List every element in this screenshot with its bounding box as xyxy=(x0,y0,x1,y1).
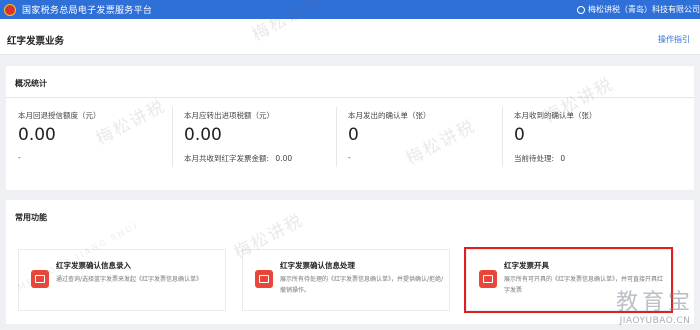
stat-label: 本月发出的确认单（张） xyxy=(348,111,431,120)
stat-sub-value: 0 xyxy=(560,154,566,163)
stat-divider xyxy=(502,107,503,167)
stat-sub: - xyxy=(348,153,351,162)
page-title: 红字发票业务 xyxy=(7,36,65,47)
invoice-issue-icon xyxy=(479,270,497,288)
top-bar: 国家税务总局电子发票服务平台 梅松讲税（青岛）科技有限公司 xyxy=(0,0,700,19)
stat-divider xyxy=(172,107,173,167)
corner-watermark-title: 教育宝 xyxy=(615,290,694,315)
functions-title: 常用功能 xyxy=(15,213,47,222)
national-emblem-icon xyxy=(4,3,16,16)
stat-divider xyxy=(336,107,337,167)
stat-sub: - xyxy=(18,153,21,162)
corner-watermark: 教育宝 JIAOYUBAO.CN xyxy=(616,284,694,326)
stat-label: 本月应转出进项税额（元） xyxy=(184,111,274,120)
user-menu[interactable]: 梅松讲税（青岛）科技有限公司 xyxy=(577,0,700,19)
invoice-process-icon xyxy=(255,270,273,288)
stat-sub-red-amount: 本月共收到红字发票金额: 0.00 xyxy=(184,153,292,164)
stat-label: 本月收到的确认单（张） xyxy=(514,111,597,120)
function-desc: 展示所有待处理的《红字发票信息确认单》，并提供确认/拒绝/撤销操作。 xyxy=(280,276,444,294)
stat-received-confirmations: 本月收到的确认单（张） 0 xyxy=(514,110,674,145)
function-desc: 通过查询/选择蓝字发票来发起《红字发票信息确认单》 xyxy=(56,276,203,283)
overview-title: 概况统计 xyxy=(15,79,47,88)
function-invoice-entry[interactable]: 红字发票确认信息录入 通过查询/选择蓝字发票来发起《红字发票信息确认单》 xyxy=(18,249,226,311)
page-header: 红字发票业务 操作指引 xyxy=(0,19,700,55)
user-icon xyxy=(577,5,585,14)
stat-sub-value: 0.00 xyxy=(275,154,293,163)
app-title: 国家税务总局电子发票服务平台 xyxy=(22,6,153,16)
corner-watermark-url: JIAOYUBAO.CN xyxy=(619,316,691,326)
stat-value: 0.00 xyxy=(184,125,222,145)
user-name: 梅松讲税（青岛）科技有限公司 xyxy=(588,5,700,14)
stat-sub-label: 本月共收到红字发票金额: xyxy=(184,154,270,163)
stat-sub-label: 当前待处理: xyxy=(514,154,555,163)
function-invoice-process[interactable]: 红字发票确认信息处理 展示所有待处理的《红字发票信息确认单》，并提供确认/拒绝/… xyxy=(242,249,450,311)
function-title: 红字发票开具 xyxy=(504,261,549,270)
stat-value: 0 xyxy=(514,125,525,145)
stat-input-tax-out: 本月应转出进项税额（元） 0.00 xyxy=(184,110,344,145)
guide-link[interactable]: 操作指引 xyxy=(658,34,690,45)
function-title: 红字发票确认信息处理 xyxy=(280,261,355,270)
stat-sub-pending: 当前待处理: 0 xyxy=(514,153,565,164)
